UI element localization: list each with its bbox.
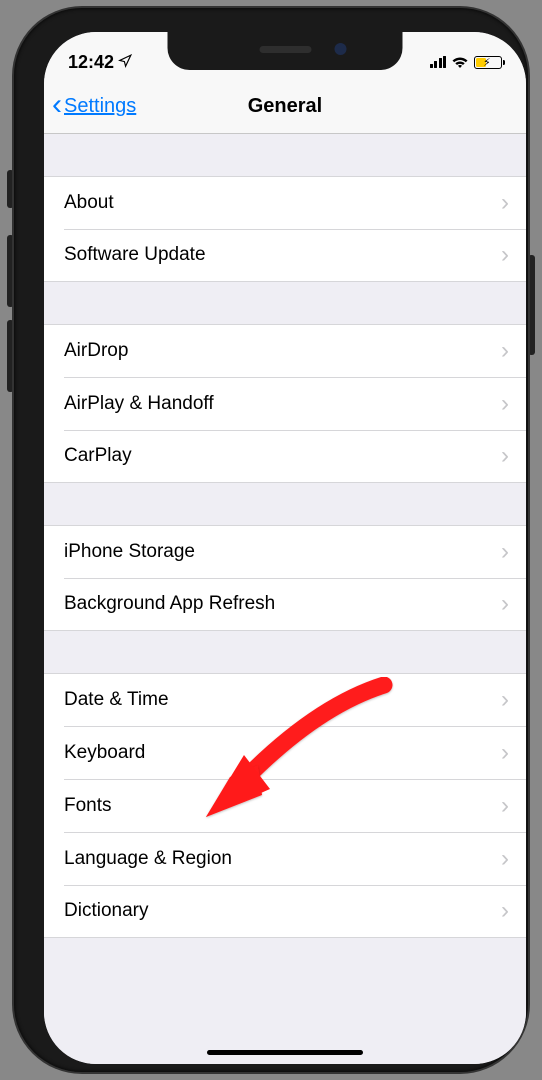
chevron-right-icon: ›	[501, 686, 509, 714]
cell-label: AirDrop	[64, 340, 501, 362]
wifi-icon	[451, 56, 469, 69]
chevron-right-icon: ›	[501, 538, 509, 566]
cell-label: Language & Region	[64, 848, 501, 870]
chevron-right-icon: ›	[501, 845, 509, 873]
cell-carplay[interactable]: CarPlay ›	[44, 430, 526, 483]
cell-label: Date & Time	[64, 689, 501, 711]
chevron-right-icon: ›	[501, 739, 509, 767]
cell-label: Keyboard	[64, 742, 501, 764]
settings-list[interactable]: About › Software Update › AirDrop › AirP…	[44, 134, 526, 1064]
phone-frame: 12:42 ⚡︎	[14, 8, 528, 1072]
chevron-right-icon: ›	[501, 189, 509, 217]
power-button	[528, 255, 535, 355]
chevron-right-icon: ›	[501, 590, 509, 618]
cell-about[interactable]: About ›	[44, 176, 526, 229]
chevron-right-icon: ›	[501, 390, 509, 418]
chevron-right-icon: ›	[501, 241, 509, 269]
volume-up-button	[7, 235, 14, 307]
notch	[168, 32, 403, 70]
battery-icon: ⚡︎	[474, 56, 502, 69]
status-time: 12:42	[68, 52, 114, 73]
cell-label: CarPlay	[64, 445, 501, 467]
chevron-right-icon: ›	[501, 337, 509, 365]
cell-airdrop[interactable]: AirDrop ›	[44, 324, 526, 377]
cell-keyboard[interactable]: Keyboard ›	[44, 726, 526, 779]
location-icon	[118, 52, 132, 73]
cell-label: About	[64, 192, 501, 214]
cell-label: AirPlay & Handoff	[64, 393, 501, 415]
cell-date-time[interactable]: Date & Time ›	[44, 673, 526, 726]
screen: 12:42 ⚡︎	[44, 32, 526, 1064]
cell-background-app-refresh[interactable]: Background App Refresh ›	[44, 578, 526, 631]
chevron-right-icon: ›	[501, 442, 509, 470]
cell-label: iPhone Storage	[64, 541, 501, 563]
page-title: General	[248, 95, 322, 118]
home-indicator[interactable]	[207, 1050, 363, 1055]
navigation-bar: ‹ Settings General	[44, 80, 526, 134]
chevron-right-icon: ›	[501, 897, 509, 925]
cell-label: Fonts	[64, 795, 501, 817]
cellular-signal-icon	[430, 56, 447, 68]
cell-language-region[interactable]: Language & Region ›	[44, 832, 526, 885]
cell-airplay-handoff[interactable]: AirPlay & Handoff ›	[44, 377, 526, 430]
cell-label: Background App Refresh	[64, 593, 501, 615]
back-button[interactable]: ‹ Settings	[52, 93, 136, 120]
cell-label: Dictionary	[64, 900, 501, 922]
cell-iphone-storage[interactable]: iPhone Storage ›	[44, 525, 526, 578]
back-label: Settings	[64, 95, 136, 118]
cell-fonts[interactable]: Fonts ›	[44, 779, 526, 832]
volume-down-button	[7, 320, 14, 392]
cell-label: Software Update	[64, 244, 501, 266]
chevron-right-icon: ›	[501, 792, 509, 820]
volume-mute-switch	[7, 170, 14, 208]
chevron-left-icon: ‹	[52, 90, 62, 120]
cell-dictionary[interactable]: Dictionary ›	[44, 885, 526, 938]
cell-software-update[interactable]: Software Update ›	[44, 229, 526, 282]
